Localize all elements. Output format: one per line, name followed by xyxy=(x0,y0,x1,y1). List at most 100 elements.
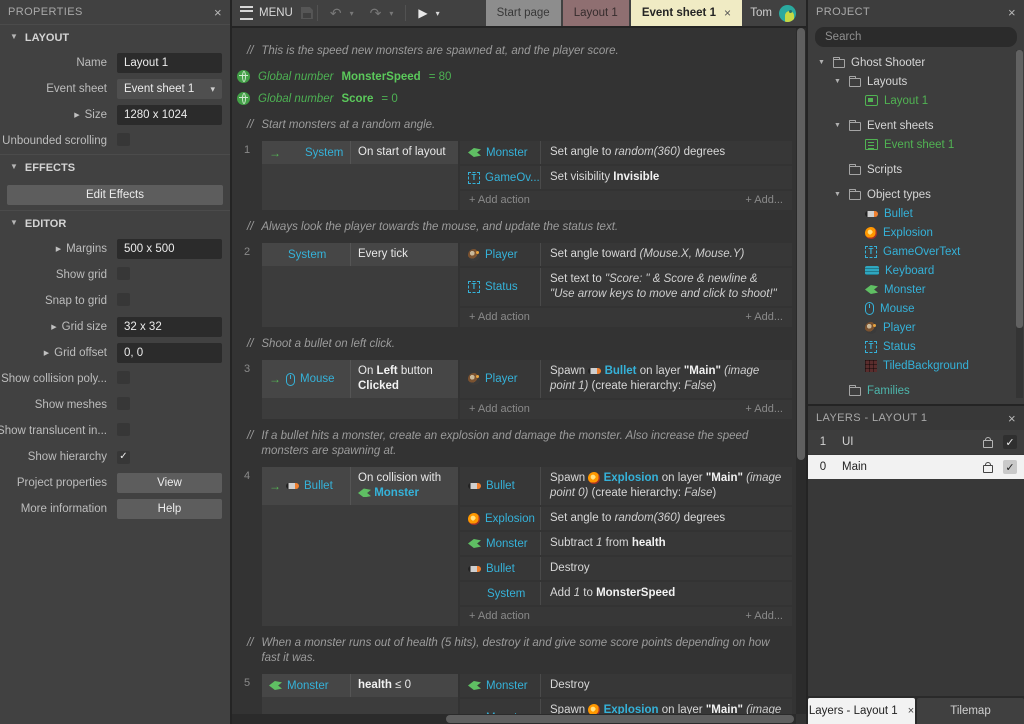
action-row[interactable]: ExplosionSet angle to random(360) degree… xyxy=(460,507,792,530)
action-row[interactable]: PlayerSet angle toward (Mouse.X, Mouse.Y… xyxy=(460,243,792,266)
tree-item-monster[interactable]: Monster xyxy=(808,280,1014,299)
name-field[interactable]: Layout 1 xyxy=(117,53,222,73)
comment-block[interactable]: //This is the speed new monsters are spa… xyxy=(247,44,782,59)
event-sheet-dropdown[interactable]: Event sheet 1▾ xyxy=(117,79,222,99)
event-sheet-horizontal-scrollbar[interactable] xyxy=(232,714,796,724)
chevron-down-icon[interactable]: ▼ xyxy=(832,191,843,198)
section-header-layout[interactable]: ▼LAYOUT xyxy=(0,24,230,50)
global-variable-monsterspeed[interactable]: Global numberMonsterSpeed= 80 xyxy=(237,67,796,86)
close-icon[interactable]: × xyxy=(1008,6,1016,19)
action-row[interactable]: MonsterSet angle to random(360) degrees xyxy=(460,141,792,164)
button-help[interactable]: Help xyxy=(117,499,222,519)
action-row[interactable]: MonsterDestroy xyxy=(460,674,792,697)
preview-button[interactable]: ▶ ▾ xyxy=(410,0,447,26)
tree-item-explosion[interactable]: Explosion xyxy=(808,223,1014,242)
search-input[interactable] xyxy=(815,27,1017,47)
unbounded-scrolling-checkbox[interactable] xyxy=(117,133,130,146)
section-header-effects[interactable]: ▼EFFECTS xyxy=(0,154,230,180)
action-row[interactable]: MonsterSubtract 1 from health xyxy=(460,532,792,555)
close-icon[interactable]: × xyxy=(214,6,222,19)
condition-column[interactable]: SystemEvery tick xyxy=(262,243,458,327)
tab-layout-1[interactable]: Layout 1 xyxy=(563,0,629,26)
grid-size-field[interactable]: 32 x 32 xyxy=(117,317,222,337)
show-collision-poly-checkbox[interactable] xyxy=(117,371,130,384)
redo-button[interactable]: ↷ ▾ xyxy=(362,0,402,26)
size-field[interactable]: 1280 x 1024 xyxy=(117,105,222,125)
menu-button[interactable]: MENU xyxy=(232,0,301,26)
chevron-down-icon[interactable]: ▼ xyxy=(832,78,843,85)
action-row[interactable]: GameOv...Set visibility Invisible xyxy=(460,166,792,189)
add-action-link[interactable]: + Add action xyxy=(469,610,530,622)
global-variable-score[interactable]: Global numberScore= 0 xyxy=(237,89,796,108)
action-row[interactable]: MonsterSpawn Explosion on layer "Main" (… xyxy=(460,699,792,714)
snap-to-grid-checkbox[interactable] xyxy=(117,293,130,306)
scrollbar-thumb[interactable] xyxy=(797,28,805,460)
condition-column[interactable]: →SystemOn start of layout xyxy=(262,141,458,210)
chevron-down-icon[interactable]: ▼ xyxy=(832,122,843,129)
tab-start-page[interactable]: Start page xyxy=(486,0,561,26)
condition-column[interactable]: →MouseOn Left button Clicked xyxy=(262,360,458,419)
comment-block[interactable]: //Always look the player towards the mou… xyxy=(247,220,782,235)
scrollbar-thumb[interactable] xyxy=(1016,50,1023,328)
expand-icon[interactable]: ▶ xyxy=(74,111,79,119)
comment-block[interactable]: //When a monster runs out of health (5 h… xyxy=(247,636,782,666)
comment-block[interactable]: //Shoot a bullet on left click. xyxy=(247,337,782,352)
condition-column[interactable]: →BulletOn collision with Monster xyxy=(262,467,458,626)
tree-item-status[interactable]: Status xyxy=(808,337,1014,356)
user-account[interactable]: Tom xyxy=(750,5,806,22)
layer-visible-checkbox[interactable]: ✓ xyxy=(1003,460,1017,474)
add-link[interactable]: + Add... xyxy=(745,403,783,415)
tree-item-timelines[interactable]: ▼Timelines xyxy=(808,400,1014,404)
condition-row[interactable]: →BulletOn collision with Monster xyxy=(262,467,458,505)
tree-item-event-sheets[interactable]: ▼Event sheets xyxy=(808,116,1014,135)
tree-item-player[interactable]: Player xyxy=(808,318,1014,337)
grid-offset-field[interactable]: 0, 0 xyxy=(117,343,222,363)
tree-item-layout-1[interactable]: Layout 1 xyxy=(808,91,1014,110)
show-grid-checkbox[interactable] xyxy=(117,267,130,280)
condition-column[interactable]: Monsterhealth ≤ 0 xyxy=(262,674,458,714)
add-action-link[interactable]: + Add action xyxy=(469,194,530,206)
action-row[interactable]: StatusSet text to "Score: " & Score & ne… xyxy=(460,268,792,306)
condition-row[interactable]: Monsterhealth ≤ 0 xyxy=(262,674,458,697)
expand-icon[interactable]: ▶ xyxy=(44,349,49,357)
tree-item-event-sheet-1[interactable]: Event sheet 1 xyxy=(808,135,1014,154)
section-header-editor[interactable]: ▼EDITOR xyxy=(0,210,230,236)
expand-icon[interactable]: ▶ xyxy=(51,323,56,331)
layer-row-ui[interactable]: 1UI✓ xyxy=(808,430,1024,454)
tree-item-tiledbackground[interactable]: TiledBackground xyxy=(808,356,1014,375)
comment-block[interactable]: //Start monsters at a random angle. xyxy=(247,118,782,133)
comment-block[interactable]: //If a bullet hits a monster, create an … xyxy=(247,429,782,459)
save-icon[interactable] xyxy=(301,7,313,19)
tree-item-bullet[interactable]: Bullet xyxy=(808,204,1014,223)
margins-field[interactable]: 500 x 500 xyxy=(117,239,222,259)
show-translucent-in-checkbox[interactable] xyxy=(117,423,130,436)
condition-row[interactable]: →SystemOn start of layout xyxy=(262,141,458,164)
action-row[interactable]: BulletSpawn Explosion on layer "Main" (i… xyxy=(460,467,792,505)
show-meshes-checkbox[interactable] xyxy=(117,397,130,410)
scrollbar-thumb[interactable] xyxy=(446,715,794,723)
add-action-link[interactable]: + Add action xyxy=(469,311,530,323)
event-sheet-vertical-scrollbar[interactable] xyxy=(796,28,806,714)
close-icon[interactable]: × xyxy=(1008,412,1016,425)
add-action-link[interactable]: + Add action xyxy=(469,403,530,415)
layer-visible-checkbox[interactable]: ✓ xyxy=(1003,435,1017,449)
tree-item-keyboard[interactable]: Keyboard xyxy=(808,261,1014,280)
close-icon[interactable]: × xyxy=(724,6,731,20)
tree-item-ghost-shooter[interactable]: ▼Ghost Shooter xyxy=(808,53,1014,72)
button-view[interactable]: View xyxy=(117,473,222,493)
close-icon[interactable]: × xyxy=(908,705,914,717)
action-row[interactable]: PlayerSpawn Bullet on layer "Main" (imag… xyxy=(460,360,792,398)
expand-icon[interactable]: ▶ xyxy=(56,245,61,253)
tree-item-layouts[interactable]: ▼Layouts xyxy=(808,72,1014,91)
bottom-tab-layers-layout-1[interactable]: Layers - Layout 1× xyxy=(808,698,915,724)
condition-row[interactable]: SystemEvery tick xyxy=(262,243,458,266)
action-row[interactable]: SystemAdd 1 to MonsterSpeed xyxy=(460,582,792,605)
action-row[interactable]: BulletDestroy xyxy=(460,557,792,580)
add-link[interactable]: + Add... xyxy=(745,610,783,622)
tree-item-object-types[interactable]: ▼Object types xyxy=(808,185,1014,204)
tree-item-gameovertext[interactable]: GameOverText xyxy=(808,242,1014,261)
project-scrollbar[interactable] xyxy=(1016,50,1023,398)
tree-item-scripts[interactable]: Scripts xyxy=(808,160,1014,179)
chevron-down-icon[interactable]: ▼ xyxy=(816,59,827,66)
show-hierarchy-checkbox[interactable]: ✓ xyxy=(117,451,130,464)
